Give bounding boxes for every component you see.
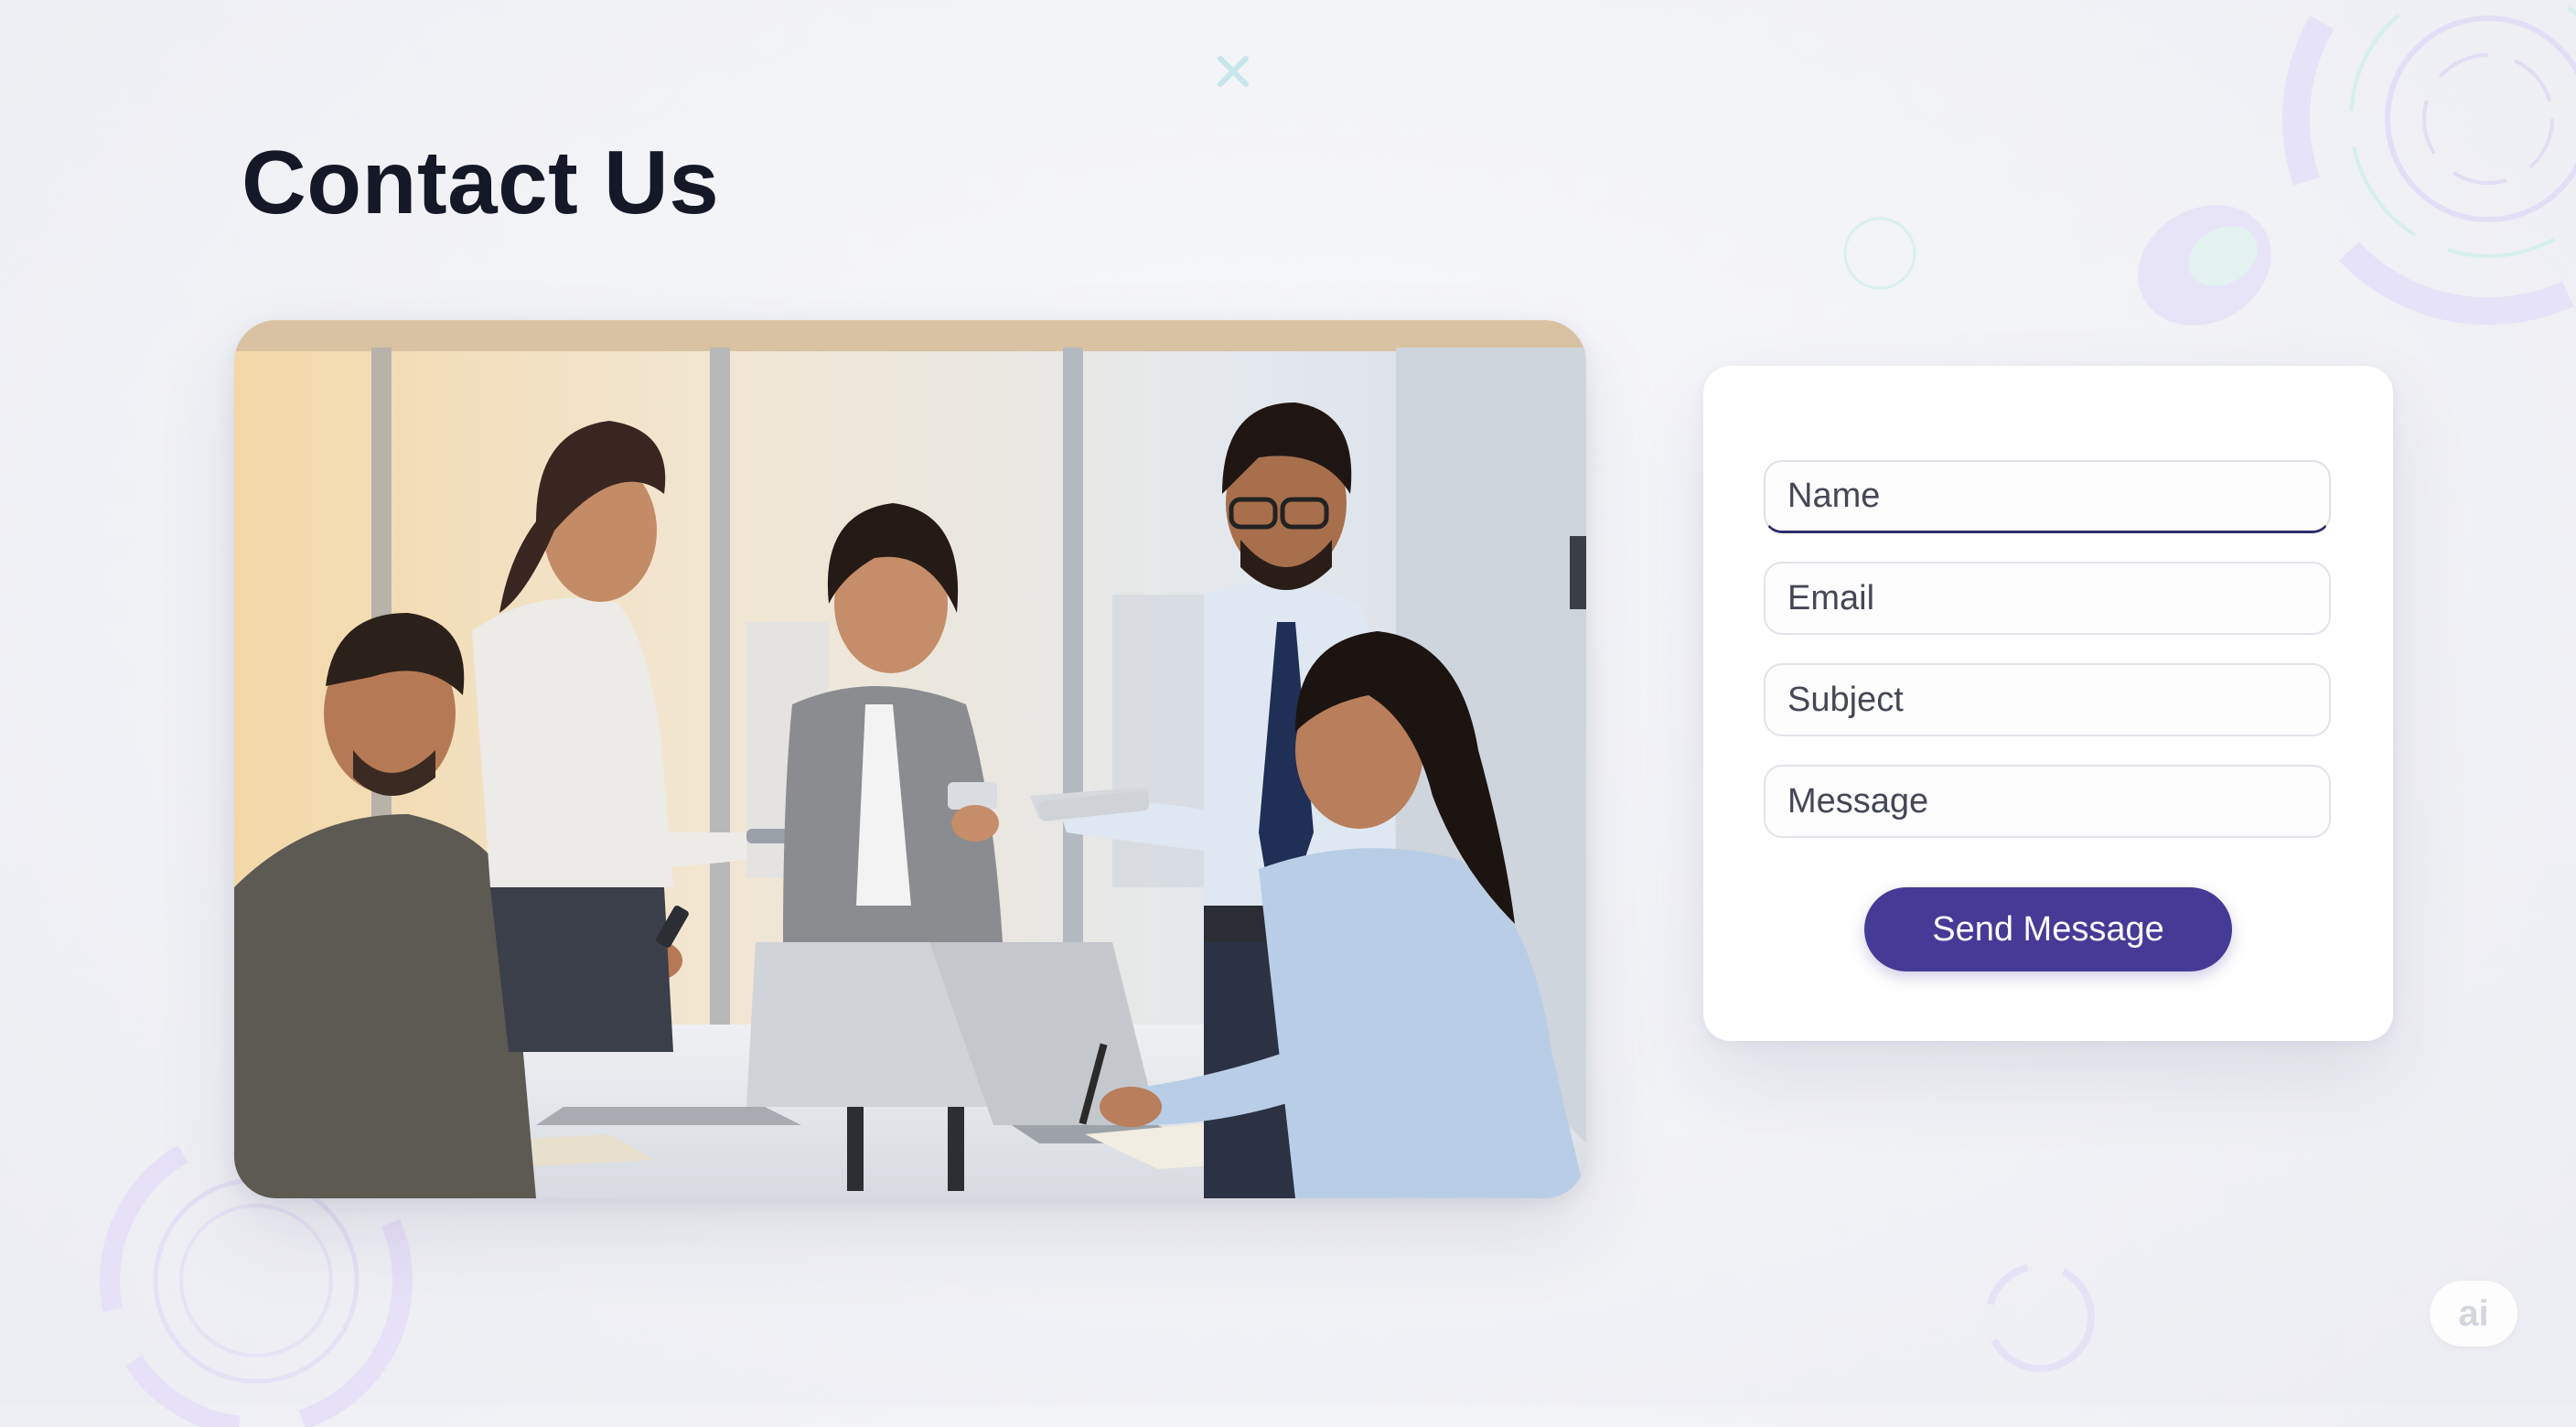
team-meeting-photo	[234, 320, 1586, 1198]
send-message-button[interactable]: Send Message	[1864, 887, 2232, 971]
name-input[interactable]	[1764, 460, 2331, 533]
bottom-ring-decoration	[1976, 1253, 2104, 1381]
blurred-blob-decoration	[2122, 192, 2287, 338]
message-input[interactable]	[1764, 765, 2331, 838]
team-meeting-photo-icon	[234, 320, 1586, 1198]
page-title: Contact Us	[242, 132, 720, 232]
top-right-rings-decoration	[2259, 0, 2576, 384]
ai-watermark-badge: ai	[2430, 1281, 2517, 1347]
small-ring-decoration	[1839, 212, 1921, 295]
contact-form: Send Message	[1703, 366, 2393, 1041]
email-input[interactable]	[1764, 562, 2331, 635]
subject-input[interactable]	[1764, 663, 2331, 736]
cross-mark-decoration	[1213, 51, 1253, 91]
